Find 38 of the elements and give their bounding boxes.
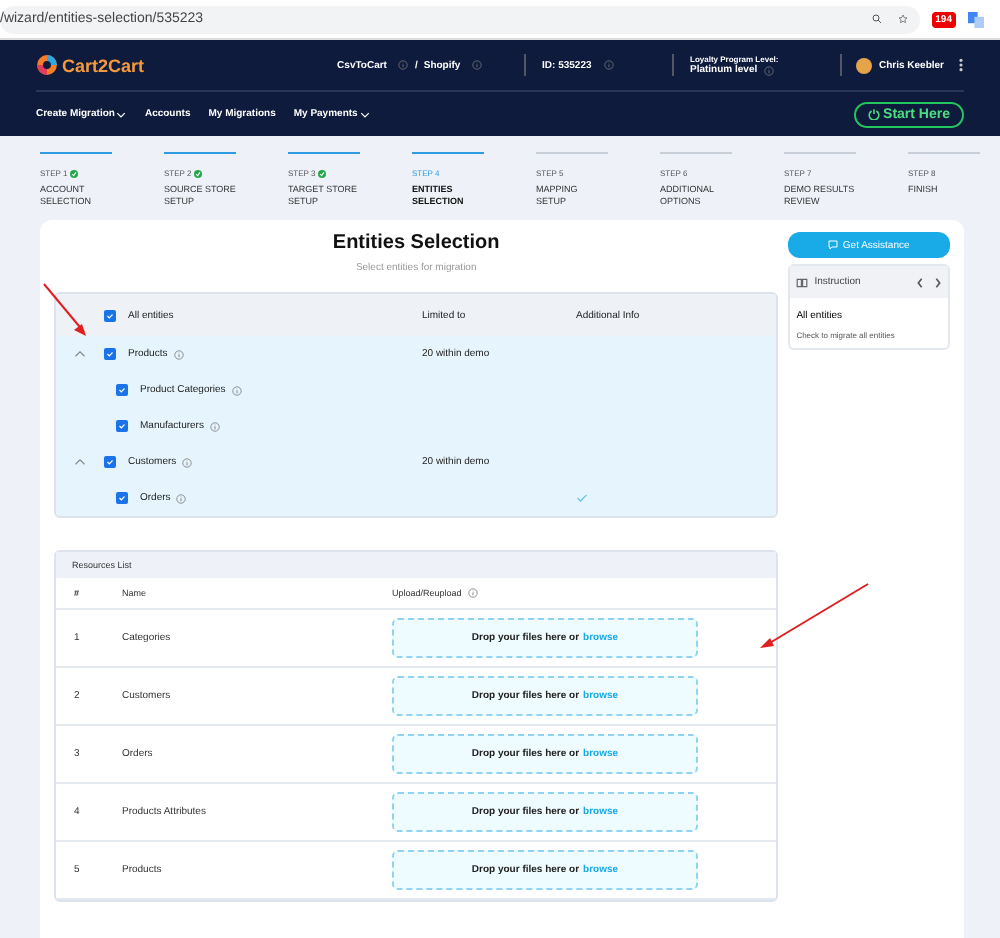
star-icon[interactable] <box>897 14 908 24</box>
checkbox[interactable] <box>104 456 116 468</box>
info-icon <box>231 385 242 395</box>
info-icon <box>209 421 220 431</box>
checkbox[interactable] <box>104 309 116 321</box>
logo-text[interactable]: Cart2Cart <box>62 55 145 75</box>
info-icon <box>472 60 483 70</box>
book-icon <box>796 277 809 287</box>
chevron-down-icon <box>359 109 370 119</box>
translate-icon[interactable] <box>968 11 984 27</box>
info-icon <box>176 493 187 503</box>
logo-icon <box>36 54 58 76</box>
info-icon <box>182 457 193 467</box>
page-title: Entities Selection <box>330 232 502 254</box>
chat-icon <box>828 240 839 250</box>
checkbox[interactable] <box>116 384 128 396</box>
info-icon <box>763 65 774 75</box>
checkbox[interactable] <box>104 348 116 360</box>
checkbox[interactable] <box>116 420 128 432</box>
info-icon <box>467 588 478 598</box>
checkbox[interactable] <box>116 492 128 504</box>
info-icon <box>173 349 184 359</box>
check-circle-icon <box>69 169 78 177</box>
check-circle-icon <box>317 169 326 177</box>
info-icon <box>398 60 409 70</box>
more-icon[interactable] <box>958 58 964 72</box>
check-circle-icon <box>193 169 202 177</box>
avatar[interactable] <box>856 57 873 73</box>
search-icon[interactable] <box>871 14 882 24</box>
annotation-arrow <box>758 582 870 650</box>
previous-icon[interactable] <box>916 277 924 287</box>
caret-up-icon[interactable] <box>74 348 86 360</box>
info-icon <box>603 60 614 70</box>
chevron-down-icon <box>116 109 127 119</box>
annotation-arrow <box>42 282 90 338</box>
next-icon[interactable] <box>934 277 942 287</box>
power-icon <box>867 108 880 120</box>
caret-up-icon[interactable] <box>74 456 86 468</box>
